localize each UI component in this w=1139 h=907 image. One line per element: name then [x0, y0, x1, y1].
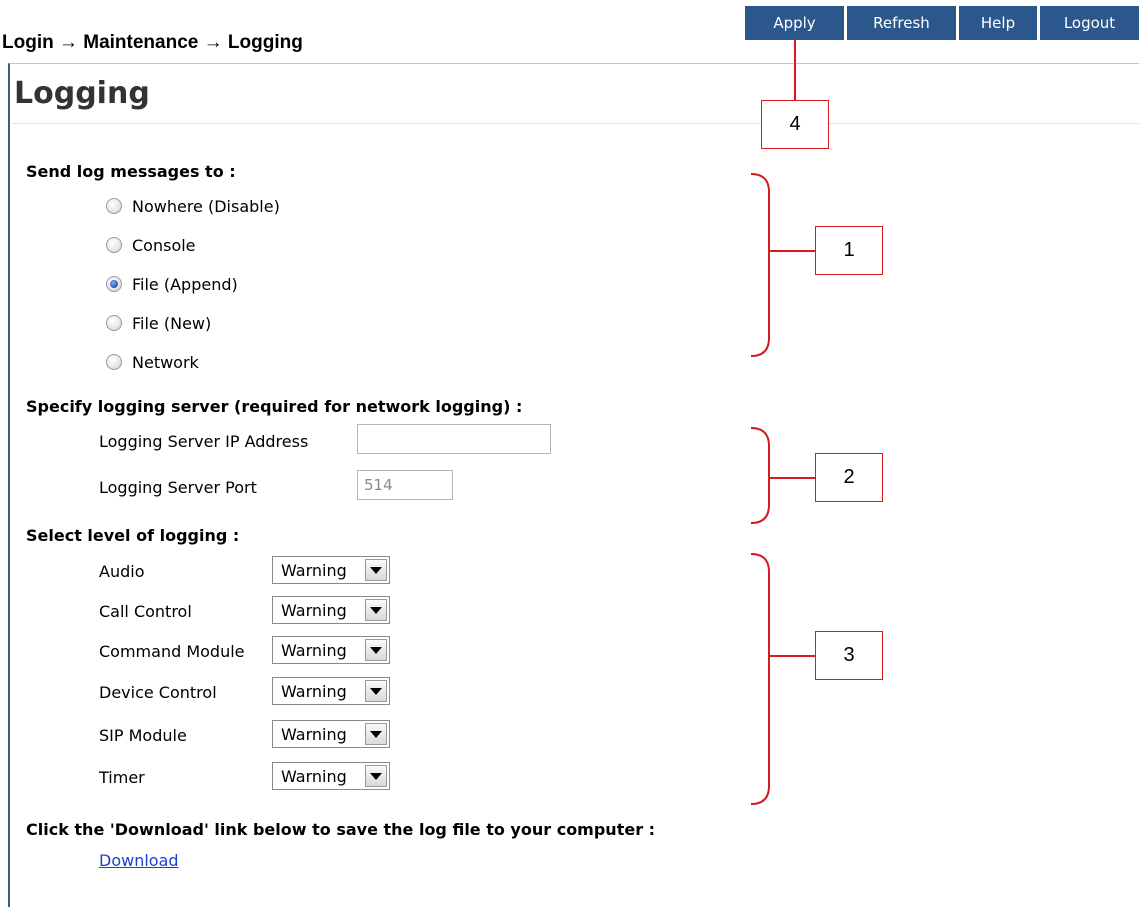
bracket-3	[750, 553, 815, 805]
bracket-2	[750, 427, 815, 524]
annotation-overlay	[750, 40, 815, 805]
callout-2: 2	[815, 453, 883, 502]
callout-1: 1	[815, 226, 883, 275]
callout-4: 4	[761, 100, 829, 149]
bracket-1	[750, 173, 815, 357]
callout-3: 3	[815, 631, 883, 680]
